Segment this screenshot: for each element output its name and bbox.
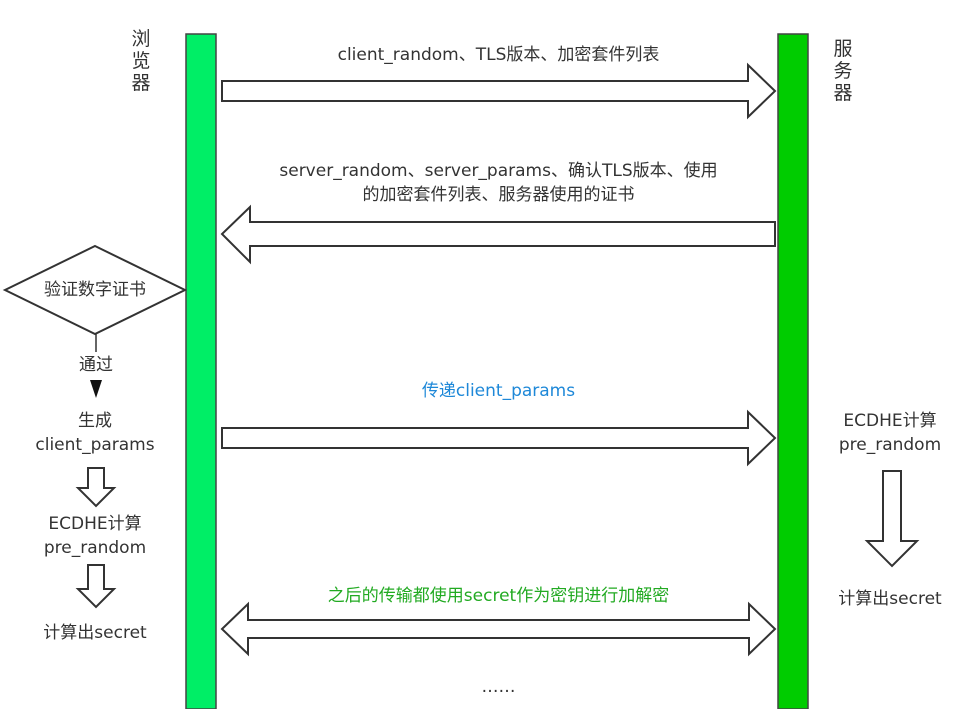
arrow-client-params: [221, 409, 777, 467]
verify-certificate-label: 验证数字证书: [44, 280, 146, 300]
server-pre-random-label: pre_random: [838, 435, 942, 455]
browser-ecdhe-label: ECDHE计算: [48, 514, 142, 534]
pass-arrowhead: [90, 380, 102, 398]
arrow-server-hello: [220, 204, 776, 265]
server-hello-label-line2: 的加密套件列表、服务器使用的证书: [362, 185, 635, 205]
tls-handshake-diagram: 浏览器 服务器 client_random、TLS版本、加密套件列表 serve…: [0, 0, 970, 709]
server-ecdhe-label: ECDHE计算: [843, 411, 937, 431]
client-params-name: client_params: [35, 435, 155, 455]
down-arrow-1: [75, 467, 117, 508]
server-down-arrow: [864, 470, 920, 568]
ellipsis-label: ……: [481, 677, 516, 697]
browser-pre-random-label: pre_random: [43, 538, 147, 558]
arrow-client-hello: [221, 62, 777, 120]
client-params-label: 传递client_params: [421, 381, 576, 401]
browser-lifeline: [185, 33, 217, 709]
server-hello-label-line1: server_random、server_params、确认TLS版本、使用: [279, 161, 718, 181]
arrow-encrypted-traffic: [220, 601, 777, 657]
server-lifeline: [777, 33, 809, 709]
client-hello-label: client_random、TLS版本、加密套件列表: [337, 45, 660, 65]
server-secret-label: 计算出secret: [838, 589, 942, 609]
encrypted-traffic-label: 之后的传输都使用secret作为密钥进行加解密: [327, 586, 670, 606]
generate-label: 生成: [78, 411, 112, 431]
pass-label: 通过: [79, 355, 113, 375]
browser-title: 浏览器: [131, 28, 151, 94]
server-title: 服务器: [833, 38, 853, 104]
browser-secret-label: 计算出secret: [43, 623, 147, 643]
down-arrow-2: [75, 564, 117, 609]
